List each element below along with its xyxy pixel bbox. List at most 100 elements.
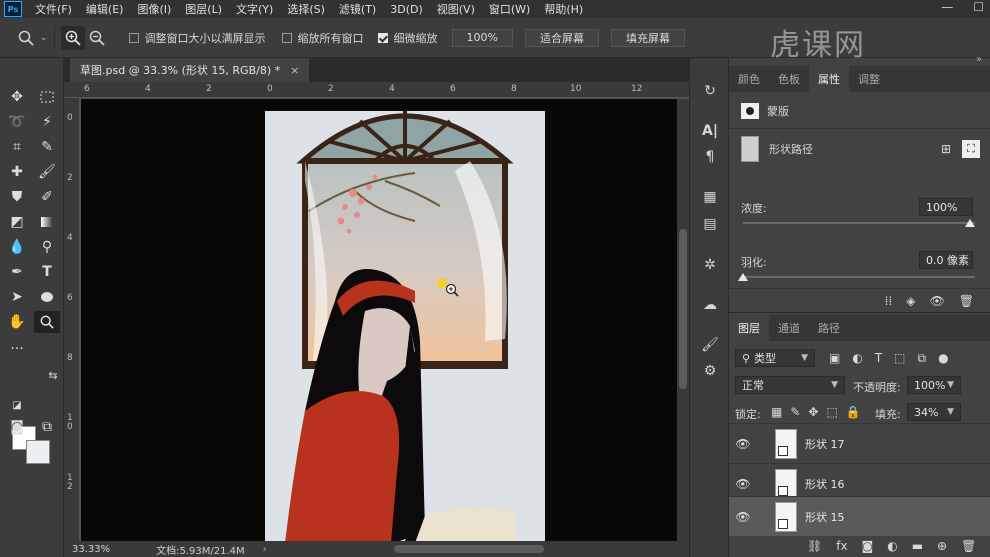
resize-windows-checkbox[interactable]: 调整窗口大小以满屏显示 (128, 30, 266, 46)
scrubby-zoom-box[interactable] (377, 32, 388, 43)
menu-file[interactable]: 文件(F) (28, 1, 79, 17)
delete-layer-icon[interactable]: 🗑 (961, 539, 976, 553)
move-tool-icon[interactable]: ✥ (4, 86, 30, 108)
fit-screen-button[interactable]: 适合屏幕 (525, 28, 599, 47)
new-layer-icon[interactable]: ⊕ (937, 539, 947, 553)
eraser-tool-icon[interactable]: ◩ (4, 211, 30, 233)
density-input[interactable]: 100% (919, 198, 973, 216)
history-brush-tool-icon[interactable]: ✐ (34, 186, 60, 208)
layer-row-selected[interactable]: 👁 形状 15 (729, 496, 990, 536)
zoom-all-windows-checkbox[interactable]: 缩放所有窗口 (281, 30, 364, 46)
ellipse-tool-icon[interactable] (34, 286, 60, 308)
feather-slider[interactable] (743, 276, 975, 278)
character-panel-icon[interactable]: A| (698, 120, 722, 142)
delete-mask-icon[interactable]: 🗑 (959, 294, 974, 308)
menu-edit[interactable]: 编辑(E) (79, 1, 131, 17)
menu-image[interactable]: 图像(I) (130, 1, 178, 17)
zoom-level[interactable]: 33.33% (72, 544, 110, 555)
load-selection-icon[interactable]: ⁞⁞ (885, 294, 893, 308)
apply-mask-icon[interactable]: ◈ (906, 294, 915, 308)
blur-tool-icon[interactable]: 💧 (4, 236, 30, 258)
fill-screen-button[interactable]: 填充屏幕 (611, 28, 685, 47)
tab-channels[interactable]: 通道 (769, 315, 809, 341)
artwork-illustration[interactable] (265, 111, 545, 541)
menu-window[interactable]: 窗口(W) (482, 1, 537, 17)
document-tab[interactable]: 草图.psd @ 33.3% (形状 15, RGB/8) * × (70, 58, 310, 82)
lock-transparent-icon[interactable]: ▦ (771, 405, 782, 419)
lock-artboard-icon[interactable]: ⬚ (826, 405, 837, 419)
hand-tool-icon[interactable]: ✋ (4, 311, 30, 333)
tab-paths[interactable]: 路径 (809, 315, 849, 341)
horizontal-scroll-thumb[interactable] (394, 545, 544, 553)
stamp-tool-icon[interactable]: ⛊ (4, 186, 30, 208)
layer-visibility-eye-icon[interactable]: 👁 (729, 437, 757, 451)
brush-tool-icon[interactable]: 🖌 (34, 161, 60, 183)
adjustments-panel-icon[interactable]: ✲ (698, 254, 722, 276)
dodge-tool-icon[interactable]: ⚲ (34, 236, 60, 258)
lock-all-icon[interactable]: 🔒 (846, 405, 861, 419)
menu-filter[interactable]: 滤镜(T) (332, 1, 383, 17)
filter-smart-object-icon[interactable]: ⧉ (918, 351, 927, 366)
path-selection-tool-icon[interactable]: ➤ (4, 286, 30, 308)
layer-filter-select[interactable]: ⚲ 类型 ▼ (735, 349, 815, 367)
creative-cloud-icon[interactable]: ☁ (698, 294, 722, 316)
menu-help[interactable]: 帮助(H) (537, 1, 590, 17)
layer-name[interactable]: 形状 16 (805, 476, 845, 492)
layer-name[interactable]: 形状 17 (805, 436, 845, 452)
feather-slider-knob[interactable] (738, 273, 748, 281)
maximize-button[interactable]: ☐ (973, 0, 984, 14)
chevron-down-icon[interactable]: ⌄ (40, 33, 48, 43)
eyedropper-tool-icon[interactable]: ✎ (34, 136, 60, 158)
density-slider-knob[interactable] (965, 219, 975, 227)
add-vector-mask-icon[interactable]: ⊞ (938, 141, 954, 157)
blend-mode-select[interactable]: 正常 ▼ (735, 376, 845, 394)
panel-collapse-icon[interactable]: » (976, 54, 982, 65)
zoom-tool-preset-icon[interactable] (14, 26, 38, 50)
zoom-in-icon[interactable] (60, 25, 85, 50)
magic-wand-tool-icon[interactable]: ⚡ (34, 111, 60, 133)
filter-type-icon[interactable]: T (875, 351, 882, 366)
tab-properties[interactable]: 属性 (809, 66, 849, 92)
opacity-input[interactable]: 100% ▼ (907, 376, 961, 394)
swap-colors-icon[interactable]: ⇆ (40, 364, 66, 386)
menu-layer[interactable]: 图层(L) (178, 1, 229, 17)
vertical-scrollbar[interactable] (677, 99, 689, 541)
zoom-all-windows-box[interactable] (281, 32, 292, 43)
screen-mode-icon[interactable]: ⧉ (34, 416, 60, 438)
density-slider[interactable] (743, 222, 975, 224)
menu-type[interactable]: 文字(Y) (229, 1, 280, 17)
menu-3d[interactable]: 3D(D) (383, 3, 430, 16)
tab-swatches[interactable]: 色板 (769, 66, 809, 92)
default-colors-icon[interactable]: ◪ (4, 394, 30, 416)
vector-mask-icon[interactable]: ⛶ (962, 139, 980, 158)
vertical-scroll-thumb[interactable] (679, 229, 687, 389)
zoom-tool-icon[interactable] (34, 311, 60, 333)
filter-pixel-icon[interactable]: ▣ (829, 351, 840, 366)
filter-adjustment-icon[interactable]: ◐ (852, 351, 862, 366)
toggle-visibility-icon[interactable]: 👁 (930, 294, 945, 308)
type-tool-icon[interactable]: T (34, 261, 60, 283)
filter-toggle-icon[interactable]: ● (938, 351, 948, 366)
crop-tool-icon[interactable]: ⌗ (4, 136, 30, 158)
tab-adjustments[interactable]: 调整 (849, 66, 889, 92)
lasso-tool-icon[interactable]: ➰ (4, 111, 30, 133)
document-canvas[interactable] (81, 99, 677, 541)
menu-view[interactable]: 视图(V) (430, 1, 482, 17)
layer-visibility-eye-icon[interactable]: 👁 (729, 510, 757, 524)
zoom-100-button[interactable]: 100% (451, 28, 513, 47)
quick-mask-icon[interactable]: ◙ (4, 416, 30, 438)
lock-position-icon[interactable]: ✥ (808, 405, 818, 419)
marquee-tool-icon[interactable] (34, 86, 60, 108)
resize-windows-box[interactable] (128, 32, 139, 43)
tool-presets-icon[interactable]: ⚙ (698, 360, 722, 382)
add-mask-icon[interactable]: ◙ (862, 539, 874, 553)
filter-shape-icon[interactable]: ⬚ (894, 351, 905, 366)
lock-image-icon[interactable]: ✎ (790, 405, 800, 419)
menu-select[interactable]: 选择(S) (280, 1, 332, 17)
status-menu-arrow-icon[interactable]: › (263, 544, 267, 555)
more-tools-icon[interactable]: ··· (4, 338, 30, 360)
gradient-tool-icon[interactable] (34, 211, 60, 233)
history-panel-icon[interactable]: ↻ (698, 80, 722, 102)
new-adjustment-icon[interactable]: ◐ (887, 539, 897, 553)
layer-name[interactable]: 形状 15 (805, 509, 845, 525)
